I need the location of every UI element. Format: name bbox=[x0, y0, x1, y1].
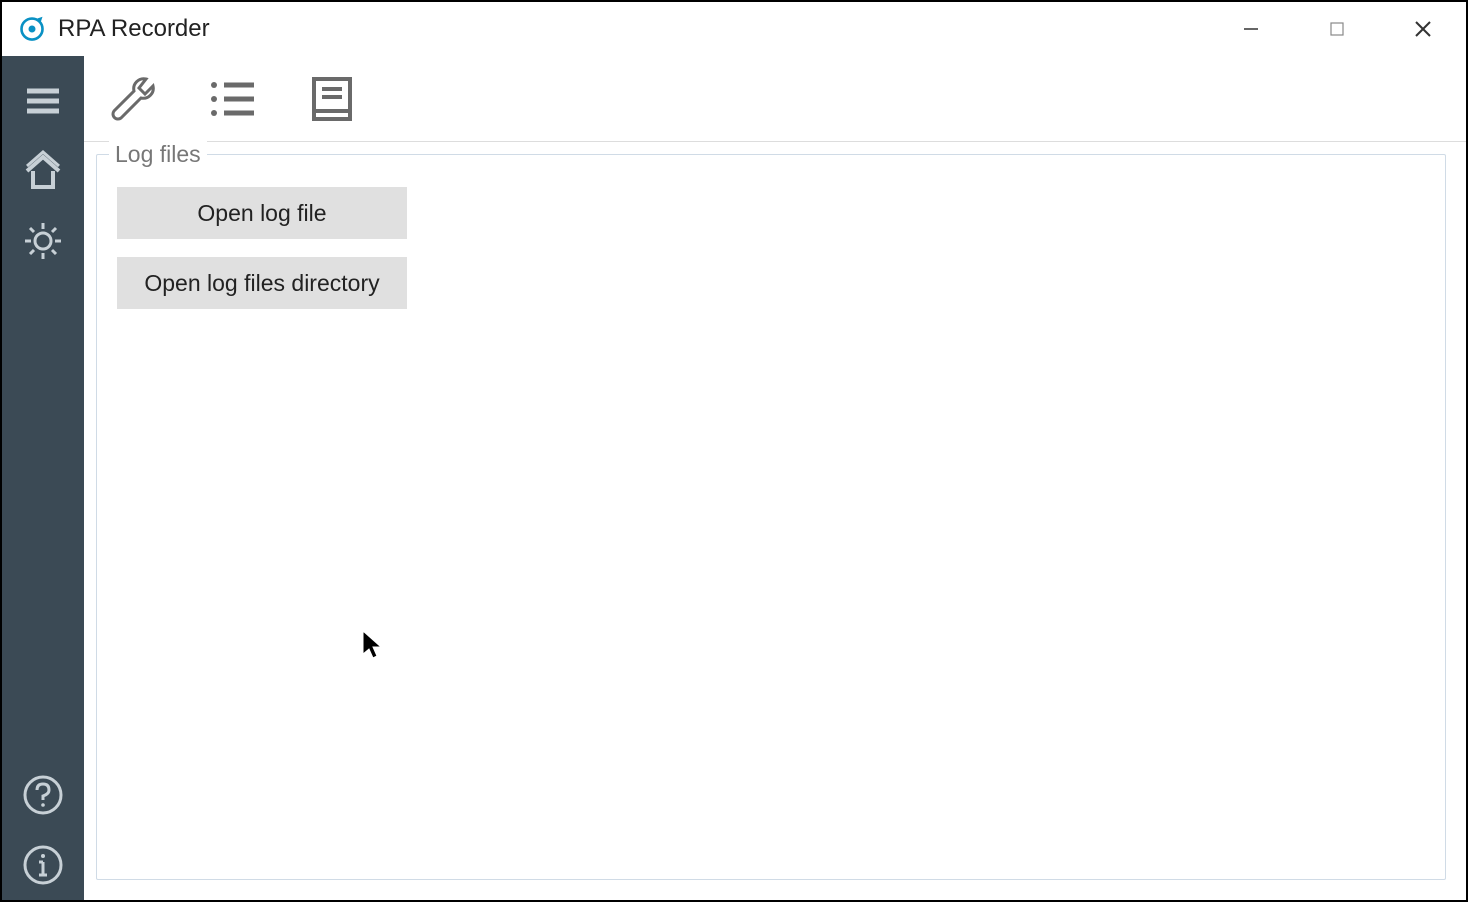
body: Log files Open log file Open log files d… bbox=[2, 56, 1466, 900]
groupbox-label: Log files bbox=[109, 141, 207, 168]
close-button[interactable] bbox=[1380, 2, 1466, 56]
toolbar-log-button[interactable] bbox=[302, 69, 362, 129]
content-area: Log files Open log file Open log files d… bbox=[84, 56, 1466, 900]
app-window: RPA Recorder bbox=[0, 0, 1468, 902]
toolbar-settings-button[interactable] bbox=[102, 69, 162, 129]
maximize-button[interactable] bbox=[1294, 2, 1380, 56]
open-log-dir-button[interactable]: Open log files directory bbox=[117, 257, 407, 309]
wrench-icon bbox=[104, 71, 160, 127]
info-icon bbox=[21, 843, 65, 887]
list-icon bbox=[204, 71, 260, 127]
toolbar-list-button[interactable] bbox=[202, 69, 262, 129]
home-icon bbox=[21, 149, 65, 193]
minimize-button[interactable] bbox=[1208, 2, 1294, 56]
book-icon bbox=[304, 71, 360, 127]
gear-icon bbox=[21, 219, 65, 263]
toolbar bbox=[84, 56, 1466, 142]
sidebar-help-button[interactable] bbox=[13, 760, 73, 830]
titlebar: RPA Recorder bbox=[2, 2, 1466, 56]
sidebar bbox=[2, 56, 84, 900]
sidebar-info-button[interactable] bbox=[13, 830, 73, 900]
log-files-groupbox: Log files Open log file Open log files d… bbox=[96, 154, 1446, 880]
hamburger-icon bbox=[21, 79, 65, 123]
sidebar-menu-button[interactable] bbox=[13, 66, 73, 136]
open-log-file-button[interactable]: Open log file bbox=[117, 187, 407, 239]
sidebar-settings-button[interactable] bbox=[13, 206, 73, 276]
app-title: RPA Recorder bbox=[58, 15, 210, 43]
main-panel: Log files Open log file Open log files d… bbox=[84, 142, 1466, 900]
sidebar-home-button[interactable] bbox=[13, 136, 73, 206]
help-icon bbox=[21, 773, 65, 817]
window-controls bbox=[1208, 2, 1466, 56]
app-icon bbox=[18, 15, 46, 43]
